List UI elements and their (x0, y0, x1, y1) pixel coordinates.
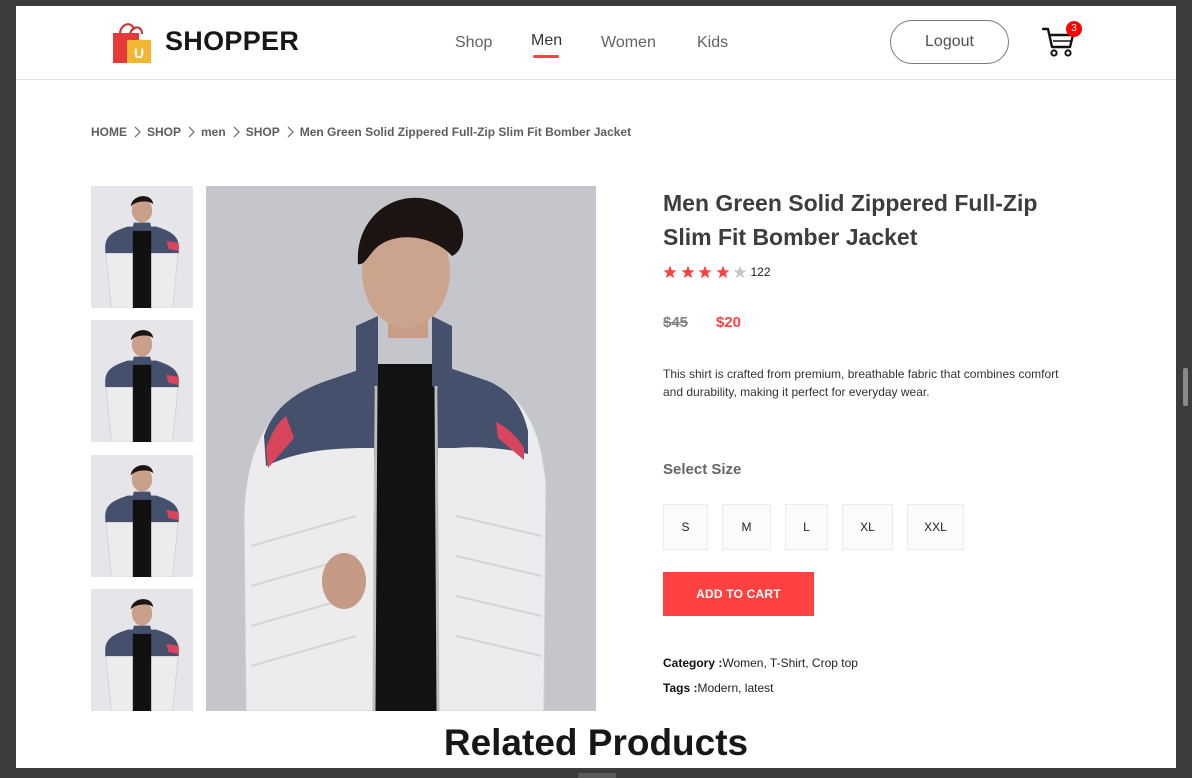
product-tags: Tags :Modern, latest (663, 681, 774, 695)
brand-name[interactable]: SHOPPER (165, 26, 299, 57)
star-icon (716, 265, 729, 279)
size-option-l[interactable]: L (785, 504, 828, 550)
cart-count-badge: 3 (1066, 21, 1082, 37)
category-value: Women, T-Shirt, Crop top (722, 656, 858, 670)
new-price: $20 (716, 314, 742, 331)
product-thumbnail-1[interactable] (91, 186, 193, 308)
star-icon (663, 265, 677, 279)
product-thumbnail-2[interactable] (91, 320, 193, 442)
jacket-photo-thumbnail (91, 320, 193, 442)
breadcrumb-shop[interactable]: SHOP (147, 125, 181, 139)
product-category: Category :Women, T-Shirt, Crop top (663, 656, 858, 670)
nav-item-men-label: Men (531, 32, 563, 49)
tags-label: Tags : (663, 681, 698, 695)
rating-count: 122 (750, 265, 771, 279)
product-thumbnail-3[interactable] (91, 455, 193, 577)
product-description: This shirt is crafted from premium, brea… (663, 367, 1059, 399)
nav-active-underline (533, 55, 559, 58)
breadcrumb-shop-2[interactable]: SHOP (246, 125, 280, 139)
size-option-m[interactable]: M (722, 504, 771, 550)
page-frame: U SHOPPER Shop Men Women Kids Logout 3 H… (16, 6, 1176, 768)
window-bottom-handle (578, 773, 616, 778)
nav-item-men[interactable]: Men (531, 32, 563, 58)
star-icon (698, 265, 712, 279)
product-rating: 122 (663, 265, 771, 279)
jacket-photo-thumbnail (91, 186, 193, 308)
related-products-heading: Related Products (443, 722, 749, 763)
shopping-bag-icon[interactable]: U (110, 20, 156, 66)
navbar: U SHOPPER Shop Men Women Kids Logout 3 (16, 6, 1176, 80)
nav-item-women[interactable]: Women (601, 34, 656, 52)
product-main-image[interactable] (206, 186, 596, 711)
logout-button[interactable]: Logout (890, 20, 1009, 64)
breadcrumb-men[interactable]: men (201, 125, 226, 139)
star-icon (681, 265, 694, 279)
category-label: Category : (663, 656, 723, 670)
product-thumbnail-4[interactable] (91, 589, 193, 711)
size-option-xl[interactable]: XL (842, 504, 893, 550)
old-price: $45 (663, 314, 689, 331)
breadcrumb-current: Men Green Solid Zippered Full-Zip Slim F… (299, 125, 632, 139)
jacket-photo (206, 186, 596, 711)
star-empty-icon (733, 265, 747, 279)
jacket-photo-thumbnail (91, 455, 193, 577)
logo-letter: U (134, 45, 144, 61)
jacket-photo-thumbnail (91, 589, 193, 711)
product-title: Men Green Solid Zippered Full-Zip Slim F… (663, 190, 1038, 250)
tags-value: Modern, latest (697, 681, 774, 695)
size-option-xxl[interactable]: XXL (907, 504, 964, 550)
chevron-right-icon (188, 126, 195, 138)
breadcrumb-home[interactable]: HOME (91, 125, 127, 139)
chevron-right-icon (287, 126, 294, 138)
breadcrumb: HOME SHOP men SHOP Men Green Solid Zippe… (91, 125, 631, 139)
select-size-label: Select Size (663, 461, 742, 478)
add-to-cart-button[interactable]: ADD TO CART (663, 572, 814, 616)
chevron-right-icon (233, 126, 240, 138)
chevron-right-icon (134, 126, 141, 138)
nav-item-shop[interactable]: Shop (455, 34, 492, 52)
nav-item-kids[interactable]: Kids (697, 34, 728, 52)
size-option-s[interactable]: S (663, 504, 708, 550)
window-resize-handle[interactable] (1183, 368, 1188, 406)
